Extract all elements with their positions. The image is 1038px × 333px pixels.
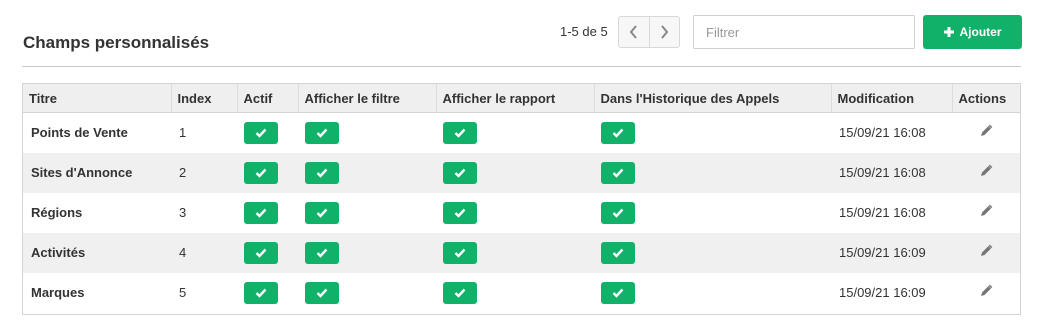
cell-actions <box>952 113 1020 153</box>
cell-actions <box>952 193 1020 233</box>
cell-historique <box>594 232 831 273</box>
table-row: Points de Vente 1 15/09/21 16:08 <box>23 113 1020 153</box>
check-icon[interactable] <box>601 161 635 184</box>
column-header-titre[interactable]: Titre <box>23 84 172 113</box>
cell-actions <box>952 152 1020 193</box>
cell-modification: 15/09/21 16:08 <box>839 205 926 220</box>
check-icon[interactable] <box>601 201 635 224</box>
table-row: Régions 3 15/09/21 16:08 <box>23 193 1020 233</box>
pagination-text: 1-5 de 5 <box>560 24 608 39</box>
check-icon[interactable] <box>443 281 477 304</box>
check-icon[interactable] <box>601 121 635 144</box>
cell-index: 5 <box>179 285 187 300</box>
cell-titre: Sites d'Annonce <box>23 152 171 193</box>
check-icon[interactable] <box>244 241 278 264</box>
cell-actif <box>237 193 298 233</box>
cell-historique <box>594 113 831 153</box>
cell-historique <box>594 273 831 313</box>
next-page-button[interactable] <box>648 17 680 47</box>
check-icon[interactable] <box>305 281 339 304</box>
header-divider <box>22 66 1021 67</box>
check-icon[interactable] <box>305 201 339 224</box>
cell-actif <box>237 152 298 193</box>
cell-actif <box>237 232 298 273</box>
chevron-right-icon <box>661 25 669 39</box>
column-header-afficher-filtre[interactable]: Afficher le filtre <box>298 84 437 113</box>
table-row: Activités 4 15/09/21 16:09 <box>23 232 1020 273</box>
cell-index: 1 <box>179 125 187 141</box>
cell-rapport <box>436 113 594 153</box>
cell-index: 3 <box>179 205 187 220</box>
column-header-actif[interactable]: Actif <box>237 84 299 113</box>
cell-rapport <box>436 273 594 313</box>
custom-fields-table: Titre Index Actif Afficher le filtre Aff… <box>22 83 1021 315</box>
cell-titre: Points de Vente <box>31 125 128 141</box>
column-header-historique-appels[interactable]: Dans l'Historique des Appels <box>594 84 832 113</box>
cell-modification: 15/09/21 16:09 <box>831 232 952 273</box>
cell-actif <box>237 113 298 153</box>
cell-modification: 15/09/21 16:08 <box>831 152 952 193</box>
column-header-actions: Actions <box>952 84 1020 113</box>
cell-filtre <box>298 232 436 273</box>
plus-icon <box>943 27 954 37</box>
cell-titre: Marques <box>31 285 85 300</box>
table-row: Marques 5 15/09/21 16:09 <box>23 273 1020 313</box>
cell-rapport <box>436 193 594 233</box>
cell-actions <box>952 232 1020 273</box>
check-icon[interactable] <box>244 121 278 144</box>
table-header-row: Titre Index Actif Afficher le filtre Aff… <box>23 84 1020 113</box>
cell-titre: Régions <box>31 205 83 220</box>
chevron-left-icon <box>629 25 637 39</box>
cell-actif <box>237 273 298 313</box>
filter-input[interactable] <box>693 15 915 49</box>
column-header-index[interactable]: Index <box>171 84 238 113</box>
check-icon[interactable] <box>244 281 278 304</box>
check-icon[interactable] <box>244 201 278 224</box>
cell-modification: 15/09/21 16:09 <box>839 285 926 300</box>
cell-rapport <box>436 232 594 273</box>
pencil-icon[interactable] <box>979 244 993 261</box>
cell-actions <box>952 273 1020 313</box>
table-row: Sites d'Annonce 2 15/09/21 16:08 <box>23 152 1020 193</box>
cell-historique <box>594 152 831 193</box>
cell-titre: Activités <box>23 232 171 273</box>
cell-historique <box>594 193 831 233</box>
check-icon[interactable] <box>443 161 477 184</box>
cell-filtre <box>298 113 436 153</box>
check-icon[interactable] <box>443 121 477 144</box>
check-icon[interactable] <box>443 241 477 264</box>
cell-rapport <box>436 152 594 193</box>
page-title: Champs personnalisés <box>23 33 210 52</box>
check-icon[interactable] <box>244 161 278 184</box>
add-button[interactable]: Ajouter <box>923 15 1022 49</box>
cell-filtre <box>298 152 436 193</box>
previous-page-button[interactable] <box>619 17 649 47</box>
check-icon[interactable] <box>305 161 339 184</box>
check-icon[interactable] <box>305 121 339 144</box>
check-icon[interactable] <box>443 201 477 224</box>
add-button-label: Ajouter <box>959 25 1002 39</box>
cell-filtre <box>298 193 436 233</box>
pencil-icon[interactable] <box>979 124 993 141</box>
pencil-icon[interactable] <box>979 204 993 221</box>
pagination-controls <box>618 16 680 48</box>
cell-modification: 15/09/21 16:08 <box>839 125 926 141</box>
column-header-afficher-rapport[interactable]: Afficher le rapport <box>436 84 595 113</box>
cell-index: 2 <box>171 152 237 193</box>
check-icon[interactable] <box>601 281 635 304</box>
column-header-modification[interactable]: Modification <box>831 84 953 113</box>
pencil-icon[interactable] <box>979 164 993 181</box>
check-icon[interactable] <box>601 241 635 264</box>
cell-index: 4 <box>171 232 237 273</box>
pencil-icon[interactable] <box>979 284 993 301</box>
cell-filtre <box>298 273 436 313</box>
check-icon[interactable] <box>305 241 339 264</box>
